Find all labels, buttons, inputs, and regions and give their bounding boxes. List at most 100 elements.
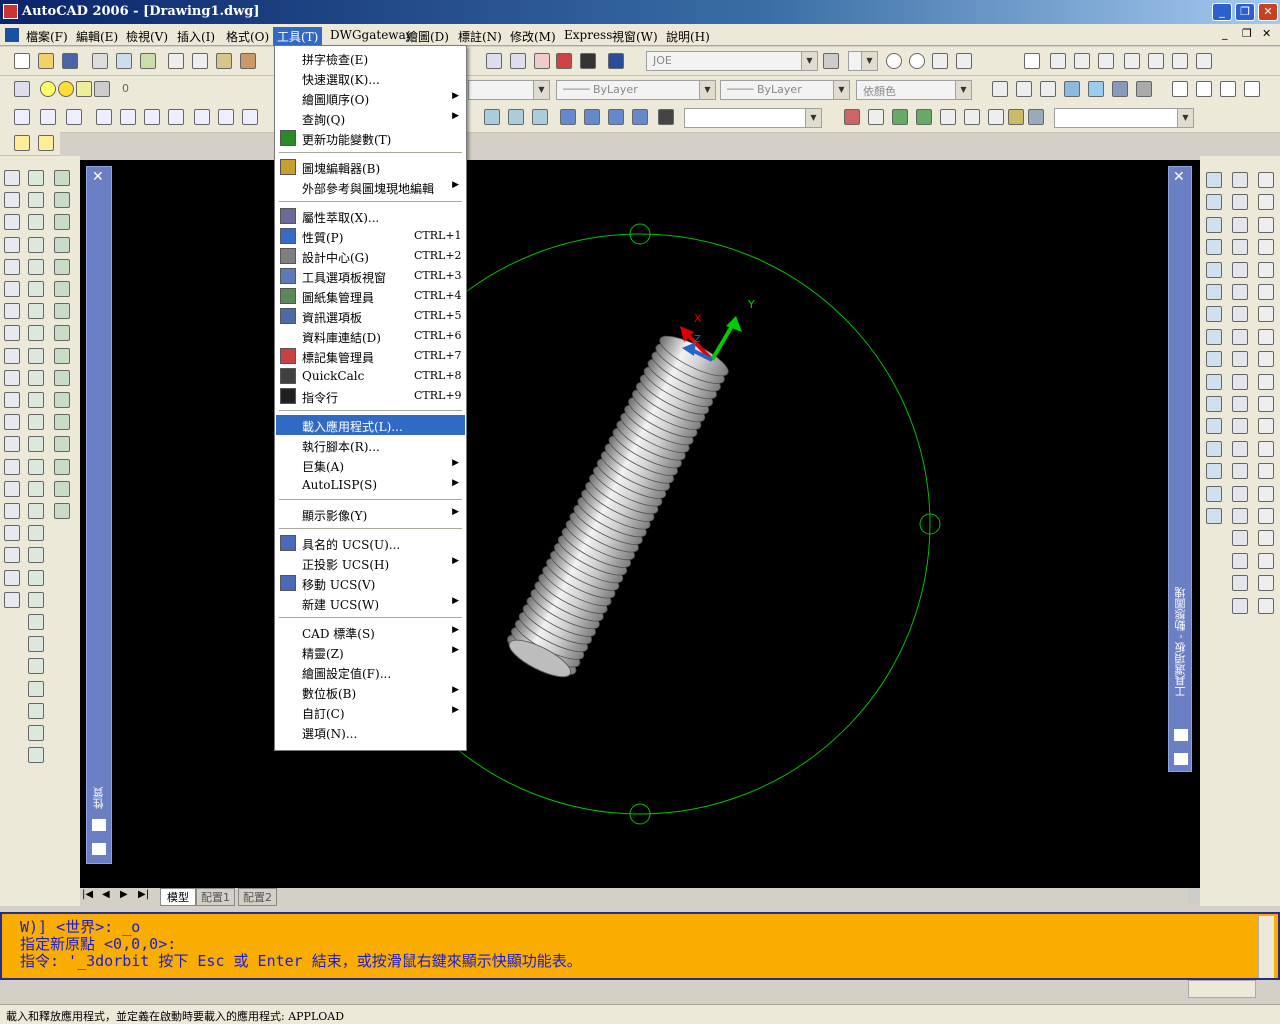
camera-icon[interactable] (658, 109, 674, 125)
tab-layout2[interactable]: 配置2 (238, 888, 277, 906)
grid-icon[interactable] (1196, 53, 1212, 69)
left-tool-icon[interactable] (54, 347, 70, 364)
right-tool-icon[interactable] (1232, 328, 1248, 345)
zoom-icon[interactable] (1172, 53, 1188, 69)
layer-current[interactable]: 0 (122, 82, 129, 95)
right-tool-icon[interactable] (1206, 440, 1222, 457)
shade-icon-3[interactable] (1112, 81, 1128, 97)
right-tool-icon[interactable] (1258, 373, 1274, 390)
tools-menu-item[interactable]: 選項(N)... (276, 722, 465, 742)
tools-menu-item[interactable]: 顯示影像(Y) ▶ (276, 504, 465, 524)
right-tool-icon[interactable] (1258, 261, 1274, 278)
tools-menu-item[interactable]: 資訊選項板 CTRL+5 (276, 306, 465, 326)
left-tool-icon[interactable] (28, 591, 44, 608)
right-tool-icon[interactable] (1232, 351, 1248, 368)
tool-palette-close-icon[interactable]: ✕ (1173, 169, 1185, 185)
right-tool-icon[interactable] (1206, 306, 1222, 323)
right-tool-icon[interactable] (1258, 172, 1274, 188)
left-tool-icon[interactable] (28, 614, 44, 630)
right-tool-icon[interactable] (1232, 261, 1248, 278)
clean-icon[interactable] (1124, 53, 1140, 69)
left-tool-icon[interactable] (54, 214, 70, 231)
left-tool-icon[interactable] (28, 725, 44, 741)
menu-dimension[interactable]: 標註(N) (454, 27, 506, 46)
tools-menu-item[interactable]: 查詢(Q) ▶ (276, 108, 465, 128)
left-tool-icon[interactable] (4, 214, 20, 231)
left-tool-icon[interactable] (54, 236, 70, 253)
right-tool-icon[interactable] (1258, 440, 1274, 457)
menu-window[interactable]: 視窗(W) (608, 27, 662, 46)
app-icon[interactable] (3, 4, 18, 19)
right-tool-icon[interactable] (1232, 194, 1248, 211)
doc-minimize-icon[interactable]: _ (1222, 27, 1228, 40)
tools-menu-item[interactable]: 指令行 CTRL+9 (276, 386, 465, 406)
quickcalc-icon[interactable] (556, 53, 572, 69)
tab-prev-icon[interactable]: ◀ (102, 889, 110, 900)
left-tool-icon[interactable] (4, 392, 20, 408)
tools-menu-item[interactable]: 正投影 UCS(H) ▶ (276, 553, 465, 573)
left-tool-icon[interactable] (28, 325, 44, 342)
dwg-open-icon[interactable] (14, 135, 30, 151)
view-icon-1[interactable] (484, 109, 500, 125)
tools-menu-item[interactable]: 自訂(C) ▶ (276, 702, 465, 722)
tools-menu-item[interactable]: AutoLISP(S) ▶ (276, 475, 465, 495)
named-view-combo[interactable]: ▼ (1054, 108, 1194, 128)
left-tool-icon[interactable] (28, 569, 44, 586)
modify-icon-5[interactable] (940, 109, 956, 125)
right-tool-icon[interactable] (1232, 552, 1248, 569)
calculator-toolbar-icon[interactable] (580, 53, 596, 69)
left-tool-icon[interactable] (54, 458, 70, 475)
left-tool-icon[interactable] (54, 192, 70, 209)
left-tool-icon[interactable] (28, 658, 44, 675)
view-icon-2[interactable] (508, 109, 524, 125)
tools-menu-item[interactable]: 繪圖設定值(F)... (276, 662, 465, 682)
left-tool-icon[interactable] (54, 392, 70, 408)
left-tool-icon[interactable] (4, 458, 20, 475)
left-tool-icon[interactable] (4, 325, 20, 342)
right-tool-icon[interactable] (1206, 216, 1222, 233)
style-combo[interactable]: ▼ (848, 51, 878, 71)
modify-icon-1[interactable] (844, 109, 860, 125)
left-tool-icon[interactable] (28, 192, 44, 209)
tools-menu-item[interactable]: 外部參考與圖塊現地編輯 ▶ (276, 177, 465, 197)
circle-tool-icon[interactable] (909, 53, 925, 69)
tab-layout1[interactable]: 配置1 (196, 888, 235, 906)
tools-menu-item[interactable]: 拼字檢查(E) (276, 48, 465, 68)
match-properties-icon[interactable] (240, 53, 256, 69)
left-tool-icon[interactable] (54, 436, 70, 453)
right-tool-icon[interactable] (1258, 239, 1274, 256)
left-tool-icon[interactable] (28, 503, 44, 519)
right-tool-icon[interactable] (1206, 463, 1222, 480)
left-tool-icon[interactable] (54, 325, 70, 342)
right-tool-icon[interactable] (1258, 418, 1274, 435)
sun-icon[interactable] (58, 81, 74, 97)
minimize-button[interactable]: _ (1212, 3, 1232, 21)
right-tool-icon[interactable] (1206, 418, 1222, 435)
right-tool-icon[interactable] (1258, 597, 1274, 614)
right-tool-icon[interactable] (1206, 373, 1222, 390)
tools-menu-item[interactable]: CAD 標準(S) ▶ (276, 622, 465, 642)
left-tool-icon[interactable] (28, 347, 44, 364)
left-tool-icon[interactable] (54, 170, 70, 186)
print-icon[interactable] (92, 53, 108, 69)
dim-style-icon[interactable] (1050, 53, 1066, 69)
left-tool-icon[interactable] (4, 591, 20, 608)
palette-autohide-icon[interactable] (92, 819, 106, 831)
right-tool-icon[interactable] (1258, 194, 1274, 211)
left-tool-icon[interactable] (28, 525, 44, 542)
left-tool-icon[interactable] (28, 458, 44, 475)
menu-edit[interactable]: 編輯(E) (72, 27, 122, 46)
left-tool-icon[interactable] (4, 436, 20, 453)
view-icon-5[interactable] (584, 109, 600, 125)
shade-icon-2[interactable] (1088, 81, 1104, 97)
save-icon[interactable] (62, 53, 78, 69)
left-tool-icon[interactable] (28, 369, 44, 386)
viewport-icon-1[interactable] (1172, 81, 1188, 97)
right-tool-icon[interactable] (1206, 351, 1222, 368)
left-tool-icon[interactable] (4, 236, 20, 253)
right-tool-icon[interactable] (1206, 172, 1222, 188)
left-tool-icon[interactable] (28, 214, 44, 231)
right-tool-icon[interactable] (1206, 194, 1222, 211)
lightbulb-icon[interactable] (40, 81, 56, 97)
cut-icon[interactable] (168, 53, 184, 69)
